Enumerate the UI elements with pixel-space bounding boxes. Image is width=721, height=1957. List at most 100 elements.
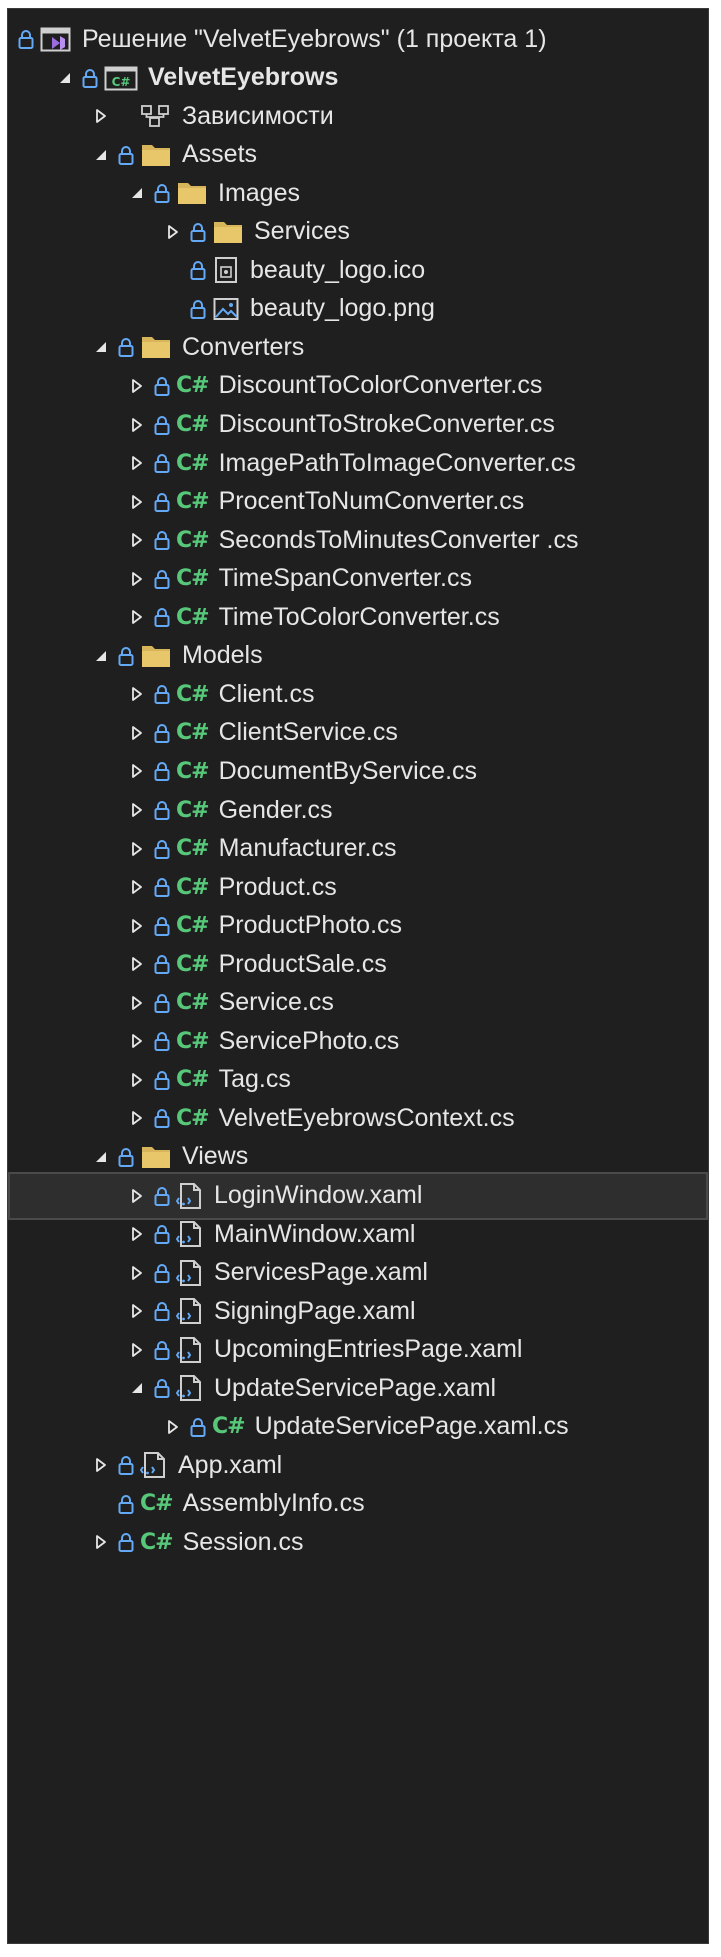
csharp-file-icon: C#: [176, 1028, 210, 1054]
collapse-arrow-icon[interactable]: [126, 568, 148, 590]
collapse-arrow-icon[interactable]: [126, 876, 148, 898]
collapse-arrow-icon[interactable]: [126, 375, 148, 397]
collapse-arrow-icon[interactable]: [126, 491, 148, 513]
tree-item-label: ProductSale.cs: [218, 949, 387, 978]
tree-item-label: Service.cs: [218, 988, 334, 1017]
collapse-arrow-icon[interactable]: [126, 1223, 148, 1245]
tree-item-label: Converters: [182, 332, 305, 361]
folder-icon: [140, 332, 172, 362]
collapse-arrow-icon[interactable]: [90, 1454, 112, 1476]
lock-icon: [154, 1030, 170, 1052]
tree-item-label: Assets: [182, 140, 258, 169]
collapse-arrow-icon[interactable]: [126, 452, 148, 474]
tree-item-label: DiscountToColorConverter.cs: [218, 371, 543, 400]
collapse-arrow-icon[interactable]: [90, 1531, 112, 1553]
tree-item-label: Client.cs: [218, 679, 315, 708]
tree-item-label: VelvetEyebrows: [148, 63, 339, 92]
collapse-arrow-icon[interactable]: [126, 606, 148, 628]
lock-icon: [154, 722, 170, 744]
tree-item-label: TimeToColorConverter.cs: [218, 602, 500, 631]
csharp-file-icon: C#: [140, 1529, 174, 1555]
tree-item-label: SigningPage.xaml: [214, 1296, 416, 1325]
collapse-arrow-icon[interactable]: [126, 722, 148, 744]
collapse-arrow-icon[interactable]: [126, 1262, 148, 1284]
lock-icon: [118, 1454, 134, 1476]
csharp-file-icon: C#: [176, 797, 210, 823]
collapse-arrow-icon[interactable]: [126, 529, 148, 551]
collapse-arrow-icon[interactable]: [126, 1069, 148, 1091]
expand-arrow-icon[interactable]: [90, 1146, 112, 1168]
collapse-arrow-icon[interactable]: [90, 105, 112, 127]
tree-item-label: VelvetEyebrowsContext.cs: [218, 1103, 515, 1132]
tree-item-label: TimeSpanConverter.cs: [218, 564, 472, 593]
collapse-arrow-icon[interactable]: [126, 1185, 148, 1207]
tree-item-label: Зависимости: [182, 101, 334, 130]
svg-text:C#: C#: [112, 75, 131, 89]
tree-item-session-cs[interactable]: C# Session.cs: [8, 1518, 708, 1566]
csharp-file-icon: C#: [176, 951, 210, 977]
tree-item-label: LoginWindow.xaml: [214, 1181, 423, 1209]
csharp-file-icon: C#: [176, 1067, 210, 1093]
collapse-arrow-icon[interactable]: [126, 1107, 148, 1129]
expand-arrow-icon[interactable]: [90, 144, 112, 166]
lock-icon: [118, 1146, 134, 1168]
xaml-file-icon: [176, 1296, 204, 1326]
tree-item-label: beauty_logo.png: [250, 294, 435, 323]
tree-item-label: MainWindow.xaml: [214, 1219, 416, 1248]
csharp-file-icon: C#: [176, 913, 210, 939]
tree-item-label: ImagePathToImageConverter.cs: [218, 448, 576, 477]
collapse-arrow-icon[interactable]: [126, 953, 148, 975]
collapse-arrow-icon[interactable]: [126, 760, 148, 782]
csharp-file-icon: C#: [176, 373, 210, 399]
tree-item-label: SecondsToMinutesConverter .cs: [218, 525, 579, 554]
csharp-file-icon: C#: [176, 1105, 210, 1131]
collapse-arrow-icon[interactable]: [126, 1339, 148, 1361]
lock-icon: [154, 606, 170, 628]
lock-icon: [154, 799, 170, 821]
collapse-arrow-icon[interactable]: [126, 915, 148, 937]
collapse-arrow-icon[interactable]: [126, 838, 148, 860]
tree-item-label: DocumentByService.cs: [218, 756, 478, 785]
solution-icon: [40, 24, 72, 54]
folder-icon: [140, 1142, 172, 1172]
expand-arrow-icon[interactable]: [126, 182, 148, 204]
lock-icon: [154, 992, 170, 1014]
collapse-arrow-icon[interactable]: [126, 992, 148, 1014]
lock-spacer: [118, 105, 134, 127]
collapse-arrow-icon[interactable]: [126, 683, 148, 705]
lock-icon: [154, 953, 170, 975]
lock-icon: [154, 568, 170, 590]
image-file-icon: [212, 294, 240, 324]
lock-icon: [82, 67, 98, 89]
csharp-file-icon: C#: [212, 1414, 246, 1440]
tree-item-label: Manufacturer.cs: [218, 834, 397, 863]
expand-arrow-icon[interactable]: [90, 645, 112, 667]
xaml-file-icon: [176, 1219, 204, 1249]
expand-arrow-icon[interactable]: [90, 336, 112, 358]
collapse-arrow-icon[interactable]: [126, 1030, 148, 1052]
xaml-file-icon: [176, 1181, 204, 1211]
lock-icon: [190, 1416, 206, 1438]
tree-item-label: Gender.cs: [218, 795, 333, 824]
collapse-arrow-icon[interactable]: [126, 1300, 148, 1322]
collapse-arrow-icon[interactable]: [162, 221, 184, 243]
tree-item-label: DiscountToStrokeConverter.cs: [218, 410, 555, 438]
lock-icon: [154, 1069, 170, 1091]
csharp-project-icon: C#: [104, 63, 138, 93]
xaml-file-icon: [176, 1258, 204, 1288]
collapse-arrow-icon[interactable]: [126, 414, 148, 436]
expand-arrow-icon[interactable]: [126, 1377, 148, 1399]
tree-item-label: Tag.cs: [218, 1065, 291, 1094]
csharp-file-icon: C#: [176, 566, 210, 592]
csharp-file-icon: C#: [140, 1491, 174, 1517]
lock-icon: [18, 28, 34, 50]
ico-file-icon: [212, 255, 240, 285]
collapse-arrow-icon[interactable]: [126, 799, 148, 821]
expand-arrow-icon[interactable]: [54, 67, 76, 89]
dependencies-icon: [140, 101, 172, 131]
lock-icon: [154, 452, 170, 474]
csharp-file-icon: C#: [176, 450, 210, 476]
csharp-file-icon: C#: [176, 681, 210, 707]
collapse-arrow-icon[interactable]: [162, 1416, 184, 1438]
